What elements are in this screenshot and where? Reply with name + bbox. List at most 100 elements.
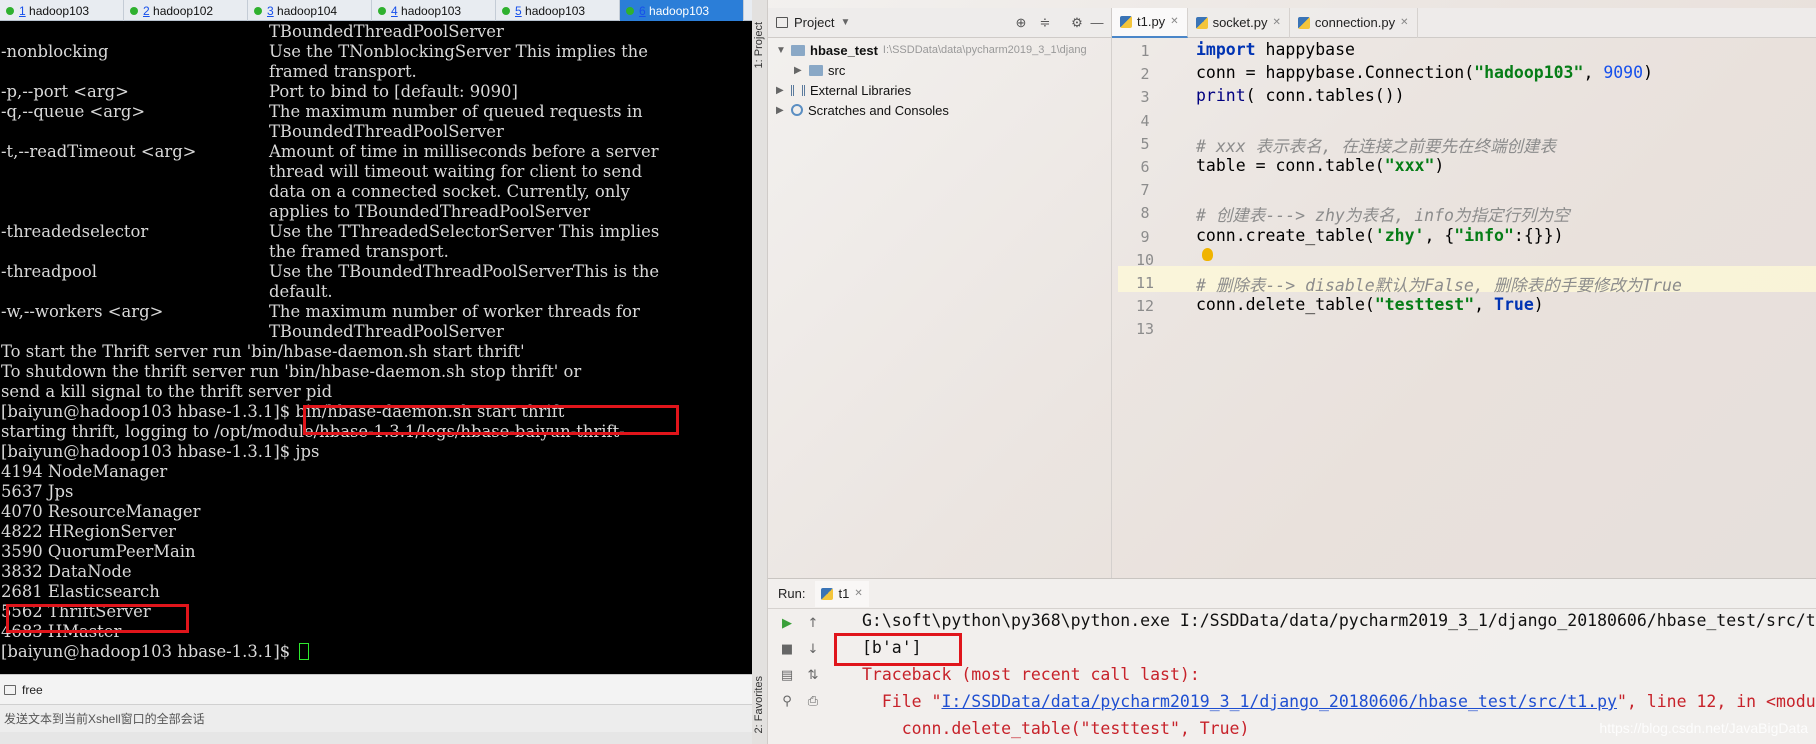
xshell-tab-2[interactable]: 2 hadoop102 (124, 0, 248, 21)
option-desc: the framed transport. (269, 242, 449, 261)
code-editor[interactable]: 1 2 3 4 5 6 7 8 9 10 11 12 13 import happybase conn =… (1118, 38, 1816, 578)
xshell-tab-4[interactable]: 4 hadoop103 (372, 0, 496, 21)
terminal-line: TBoundedThreadPoolServer (0, 22, 752, 42)
compose-folder-label[interactable]: free (22, 683, 43, 697)
close-icon[interactable]: ✕ (1400, 17, 1408, 28)
terminal-text: [baiyun@hadoop103 hbase-1.3.1]$ jps (1, 442, 320, 461)
terminal-line: [baiyun@hadoop103 hbase-1.3.1]$ bin/hbas… (0, 402, 752, 422)
tree-item-hbase-test[interactable]: ▼ hbase_test I:\SSDData\data\pycharm2019… (776, 40, 1087, 60)
session-status-icon (6, 6, 14, 15)
terminal-text: starting thrift, logging to /opt/module/… (1, 422, 625, 441)
code-token: conn = happybase.Connection( (1196, 63, 1475, 83)
code-token: conn.delete_table( (1196, 295, 1375, 315)
terminal-text: 5562 ThriftServer (1, 602, 151, 621)
code-line[interactable]: import happybase (1196, 40, 1355, 59)
arrow-up-icon[interactable]: ↑ (806, 617, 820, 631)
project-icon (776, 17, 788, 28)
tab-host: hadoop103 (25, 3, 90, 18)
line-number: 8 (1140, 204, 1150, 223)
run-tab-t1[interactable]: t1 ✕ (815, 580, 869, 607)
code-line[interactable]: # xxx 表示表名, 在连接之前要先在终端创建表 (1196, 133, 1556, 157)
scratches-icon (791, 104, 803, 116)
line-number: 4 (1140, 111, 1150, 130)
run-panel-header: Run: t1 ✕ (768, 579, 1816, 609)
arrow-down-icon[interactable]: ↓ (806, 643, 820, 657)
option-desc: Amount of time in milliseconds before a … (269, 142, 659, 161)
chevron-down-icon[interactable]: ▼ (776, 45, 786, 56)
code-line[interactable]: conn.create_table('zhy', {"info":{}}) (1196, 226, 1564, 245)
collapse-icon[interactable]: ≑ (1038, 15, 1052, 30)
code-token: print (1196, 86, 1246, 106)
layout-icon[interactable]: ▤ (780, 669, 794, 683)
terminal-line: thread will timeout waiting for client t… (0, 162, 752, 182)
xshell-tab-label: 6 hadoop103 (639, 4, 709, 18)
tab-t1-py[interactable]: t1.py ✕ (1112, 7, 1188, 38)
xshell-tab-label: 3 hadoop104 (267, 4, 337, 18)
code-token: "testtest" (1374, 295, 1475, 315)
favorites-tool-button[interactable]: 2: Favorites (753, 676, 765, 733)
gear-icon[interactable]: ⚙ (1070, 15, 1084, 30)
code-line[interactable]: conn = happybase.Connection("hadoop103",… (1196, 63, 1653, 82)
terminal-output[interactable]: TBoundedThreadPoolServer -nonblocking Use … (0, 22, 752, 674)
code-line[interactable]: table = conn.table("xxx") (1196, 156, 1444, 175)
project-tool-button[interactable]: 1: Project (753, 22, 765, 68)
terminal-line: 3832 DataNode (0, 562, 752, 582)
xshell-tab-1[interactable]: 1 hadoop103 (0, 0, 124, 21)
tab-connection-py[interactable]: connection.py ✕ (1290, 7, 1418, 38)
tree-item-external-libraries[interactable]: ▶ External Libraries (776, 80, 911, 100)
tab-number: 6 (639, 3, 646, 18)
print-icon[interactable]: ⎙ (806, 695, 820, 709)
option-desc: thread will timeout waiting for client t… (269, 162, 643, 181)
project-header-label[interactable]: Project (794, 15, 834, 30)
xshell-tab-5[interactable]: 5 hadoop103 (496, 0, 620, 21)
tree-external-label: External Libraries (810, 82, 912, 98)
python-file-icon (1120, 15, 1132, 28)
option-name: -threadpool (1, 262, 97, 281)
option-name: -p,--port <arg> (1, 82, 129, 101)
code-line[interactable]: print( conn.tables()) (1196, 86, 1405, 105)
code-token: 'zhy' (1374, 225, 1425, 245)
terminal-text: 4683 HMaster (1, 622, 122, 641)
code-line[interactable]: # 创建表---> zhy为表名, info为指定行列为空 (1196, 202, 1569, 226)
code-line[interactable]: conn.delete_table("testtest", True) (1196, 295, 1544, 314)
traceback-file-link[interactable]: I:/SSDData/data/pycharm2019_3_1/django_2… (941, 692, 1617, 711)
locate-icon[interactable]: ⊕ (1014, 15, 1028, 30)
chevron-down-icon[interactable]: ▼ (840, 17, 850, 28)
chevron-right-icon[interactable]: ▶ (794, 65, 804, 76)
code-token: table = conn.table( (1196, 156, 1385, 175)
left-tool-stripe: 1: Project 2: Favorites (752, 0, 768, 744)
tree-scratches-label: Scratches and Consoles (808, 102, 949, 118)
xshell-tab-6[interactable]: 6 hadoop103 (620, 0, 744, 21)
tree-item-src[interactable]: ▶ src (794, 60, 845, 80)
stop-icon[interactable]: ■ (780, 643, 794, 657)
tab-host: hadoop104 (273, 3, 338, 18)
minimize-icon[interactable]: — (1090, 15, 1104, 30)
terminal-text: 4822 HRegionServer (1, 522, 176, 541)
chevron-right-icon[interactable]: ▶ (776, 105, 786, 116)
tree-item-scratches[interactable]: ▶ Scratches and Consoles (776, 100, 949, 120)
code-token: , (1474, 295, 1495, 315)
close-icon[interactable]: ✕ (1170, 16, 1178, 27)
xshell-send-bar[interactable]: 发送文本到当前Xshell窗口的全部会话 (0, 704, 752, 732)
code-token: # 创建表---> zhy为表名, info为指定行列为空 (1196, 206, 1570, 226)
terminal-line: data on a connected socket. Currently, o… (0, 182, 752, 202)
line-number: 3 (1140, 88, 1150, 107)
code-line[interactable]: # 删除表--> disable默认为False, 删除表的手要修改为True (1196, 272, 1682, 296)
terminal-text: To shutdown the thrift server run 'bin/h… (1, 362, 582, 381)
rerun-icon[interactable]: ▶ (780, 617, 794, 631)
pin-icon[interactable]: ⚲ (780, 695, 794, 709)
close-icon[interactable]: ✕ (854, 588, 862, 599)
terminal-cursor (299, 643, 310, 660)
close-icon[interactable]: ✕ (1273, 17, 1281, 28)
option-desc: Use the TNonblockingServer This implies … (269, 42, 648, 61)
terminal-text: 5637 Jps (1, 482, 74, 501)
lightbulb-icon[interactable] (1202, 248, 1213, 261)
tab-socket-py[interactable]: socket.py ✕ (1188, 7, 1290, 38)
chevron-right-icon[interactable]: ▶ (776, 85, 786, 96)
session-status-icon (626, 6, 634, 15)
code-token: # 删除表--> disable默认为False, 删除表的手要修改为True (1196, 276, 1682, 295)
soft-wrap-icon[interactable]: ⇅ (806, 669, 820, 683)
xshell-tab-3[interactable]: 3 hadoop104 (248, 0, 372, 21)
project-tree: ▼ hbase_test I:\SSDData\data\pycharm2019… (768, 38, 1112, 578)
python-file-icon (821, 587, 834, 600)
